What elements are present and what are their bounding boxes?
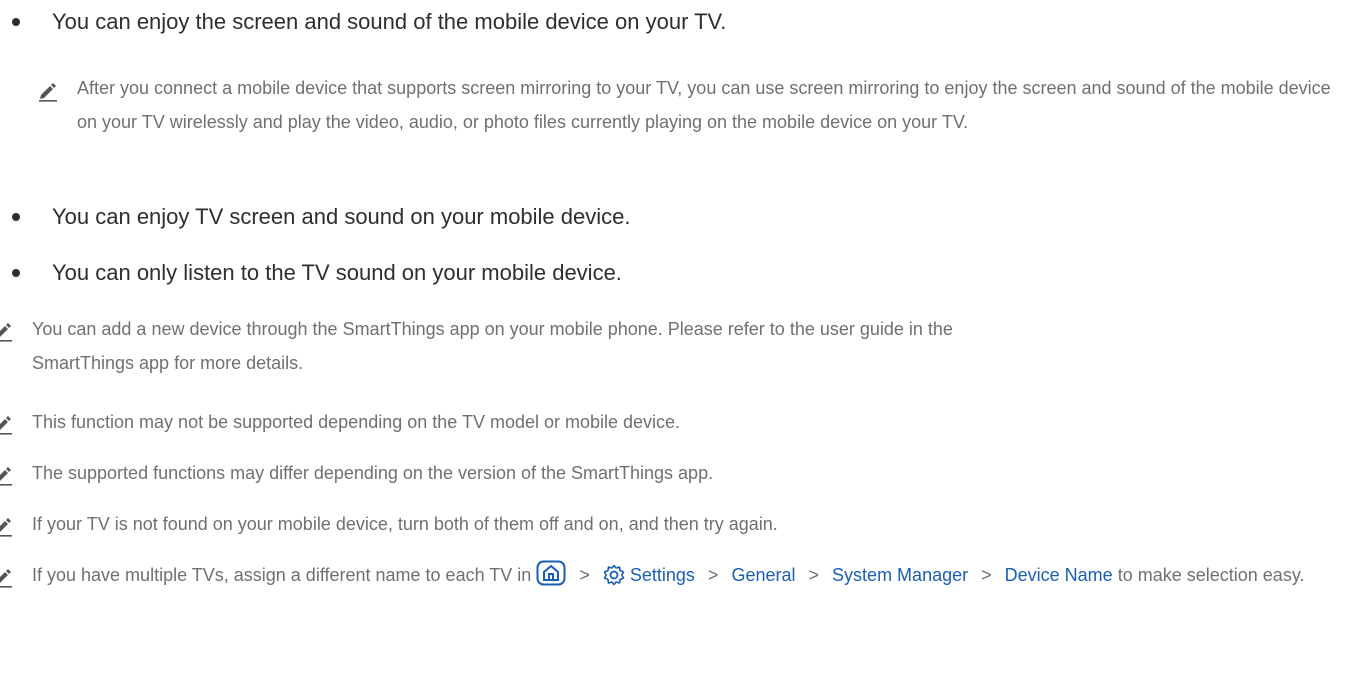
sub-note-text: After you connect a mobile device that s… bbox=[77, 78, 1331, 132]
note-text: The supported functions may differ depen… bbox=[32, 463, 714, 483]
note-suffix: to make selection easy. bbox=[1117, 565, 1305, 585]
pencil-note-icon bbox=[0, 569, 12, 588]
sub-note: After you connect a mobile device that s… bbox=[77, 71, 1339, 139]
note-item: You can add a new device through the Sma… bbox=[32, 312, 1032, 380]
note-prefix: If you have multiple TVs, assign a diffe… bbox=[32, 565, 532, 585]
bullet-dot bbox=[12, 269, 20, 277]
bullet-item: You can enjoy the screen and sound of th… bbox=[12, 9, 727, 35]
system-manager-link[interactable]: System Manager bbox=[832, 565, 968, 585]
home-icon bbox=[536, 560, 566, 586]
path-separator: > bbox=[981, 565, 992, 585]
bullet-dot bbox=[12, 213, 20, 221]
general-link[interactable]: General bbox=[731, 565, 795, 585]
bullet-text: You can only listen to the TV sound on y… bbox=[52, 260, 622, 285]
bullet-item: You can only listen to the TV sound on y… bbox=[12, 260, 622, 286]
pencil-note-icon bbox=[0, 416, 12, 435]
bullet-item: You can enjoy TV screen and sound on you… bbox=[12, 204, 631, 230]
settings-link[interactable]: Settings bbox=[630, 565, 695, 585]
note-text: You can add a new device through the Sma… bbox=[32, 319, 953, 373]
note-text: If your TV is not found on your mobile d… bbox=[32, 514, 778, 534]
device-name-link[interactable]: Device Name bbox=[1005, 565, 1113, 585]
note-text: This function may not be supported depen… bbox=[32, 412, 681, 432]
pencil-note-icon bbox=[0, 323, 12, 342]
pencil-note-icon bbox=[39, 83, 57, 102]
path-separator: > bbox=[707, 565, 719, 585]
note-item: The supported functions may differ depen… bbox=[32, 456, 1332, 490]
path-separator: > bbox=[808, 565, 820, 585]
bullet-text: You can enjoy the screen and sound of th… bbox=[52, 9, 727, 34]
pencil-note-icon bbox=[0, 467, 12, 486]
bullet-text: You can enjoy TV screen and sound on you… bbox=[52, 204, 631, 229]
note-item: If your TV is not found on your mobile d… bbox=[32, 507, 1332, 541]
note-item: This function may not be supported depen… bbox=[32, 405, 1332, 439]
path-separator: > bbox=[579, 565, 590, 585]
settings-gear-icon bbox=[603, 564, 625, 586]
note-item-menu-path: If you have multiple TVs, assign a diffe… bbox=[32, 558, 1332, 592]
bullet-dot bbox=[12, 18, 20, 26]
pencil-note-icon bbox=[0, 518, 12, 537]
